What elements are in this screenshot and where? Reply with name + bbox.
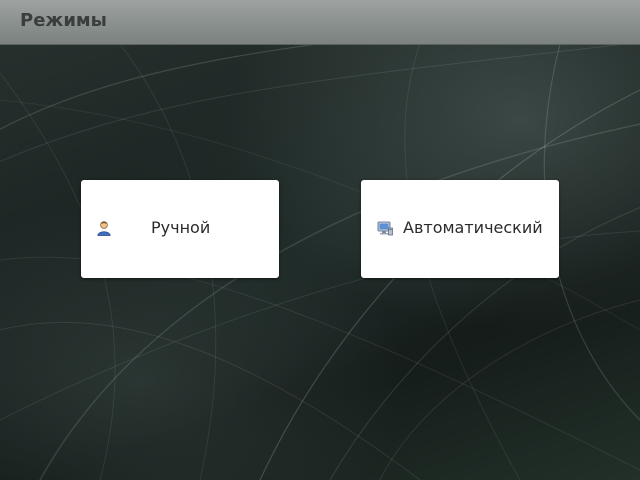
page-title: Режимы xyxy=(20,10,107,31)
manual-mode-label: Ручной xyxy=(151,218,211,237)
automatic-mode-button[interactable]: Автоматический xyxy=(361,180,559,278)
manual-mode-button[interactable]: Ручной xyxy=(81,180,279,278)
user-icon xyxy=(96,220,112,236)
automatic-mode-label: Автоматический xyxy=(403,218,543,237)
computer-icon xyxy=(377,220,393,236)
header-bar: Режимы xyxy=(0,0,640,45)
